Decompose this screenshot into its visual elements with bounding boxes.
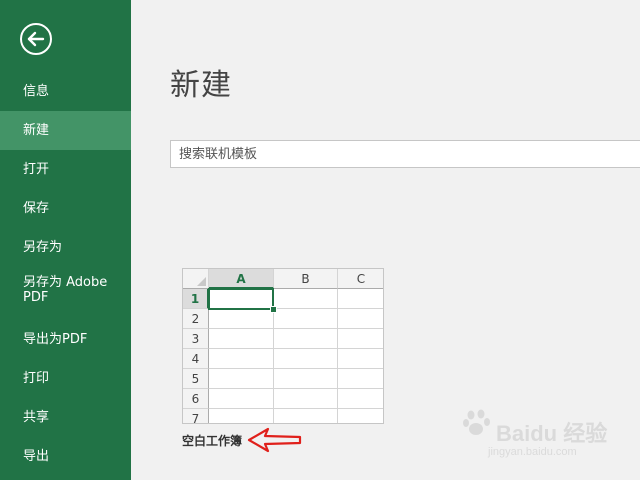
cell — [338, 349, 383, 369]
backstage-nav: 信息 新建 打开 保存 另存为 另存为 Adobe PDF 导出为PDF 打印 … — [0, 72, 131, 476]
nav-item-save[interactable]: 保存 — [0, 189, 131, 228]
back-button[interactable] — [20, 23, 52, 55]
cell — [209, 329, 274, 349]
template-search-input[interactable] — [170, 140, 640, 168]
cell — [209, 349, 274, 369]
excel-backstage: 信息 新建 打开 保存 另存为 另存为 Adobe PDF 导出为PDF 打印 … — [0, 0, 640, 480]
cell — [209, 309, 274, 329]
cell-a1-selected — [208, 288, 274, 310]
row-header-3: 3 — [183, 329, 209, 349]
nav-item-save-as-adobe-pdf[interactable]: 另存为 Adobe PDF — [0, 267, 131, 320]
paw-logo-icon — [463, 409, 490, 435]
watermark-url: jingyan.baidu.com — [488, 446, 577, 458]
cell — [338, 409, 383, 423]
backstage-sidebar: 信息 新建 打开 保存 另存为 另存为 Adobe PDF 导出为PDF 打印 … — [0, 0, 131, 480]
column-header-b: B — [274, 269, 338, 289]
row-header-1: 1 — [183, 289, 209, 309]
cell — [274, 409, 338, 423]
nav-item-print[interactable]: 打印 — [0, 359, 131, 398]
back-arrow-icon — [27, 31, 45, 47]
row-header-2: 2 — [183, 309, 209, 329]
row-header-5: 5 — [183, 369, 209, 389]
annotation-arrow-icon — [247, 427, 302, 453]
cell — [274, 349, 338, 369]
nav-item-export-pdf[interactable]: 导出为PDF — [0, 320, 131, 359]
template-thumbnail: A B C 1 2 3 4 5 6 7 — [182, 268, 384, 424]
nav-item-info[interactable]: 信息 — [0, 72, 131, 111]
nav-item-new[interactable]: 新建 — [0, 111, 131, 150]
cell — [274, 369, 338, 389]
nav-item-export[interactable]: 导出 — [0, 437, 131, 476]
nav-item-share[interactable]: 共享 — [0, 398, 131, 437]
cell — [274, 329, 338, 349]
select-all-triangle-icon — [197, 277, 206, 286]
cell — [209, 369, 274, 389]
page-title: 新建 — [170, 68, 232, 103]
cell — [274, 389, 338, 409]
nav-item-open[interactable]: 打开 — [0, 150, 131, 189]
cell — [338, 329, 383, 349]
nav-item-save-as[interactable]: 另存为 — [0, 228, 131, 267]
select-all-corner — [183, 269, 209, 289]
cell — [209, 389, 274, 409]
row-header-6: 6 — [183, 389, 209, 409]
cell — [338, 289, 383, 309]
row-header-7: 7 — [183, 409, 209, 423]
cell — [338, 369, 383, 389]
watermark: Baidu 经验 jingyan.baidu.com — [463, 408, 632, 468]
cell — [274, 289, 338, 309]
watermark-brand: Baidu 经验 — [496, 421, 608, 446]
template-label[interactable]: 空白工作簿 — [182, 432, 242, 449]
column-header-c: C — [338, 269, 383, 289]
blank-workbook-template[interactable]: A B C 1 2 3 4 5 6 7 — [182, 268, 384, 424]
cell — [338, 389, 383, 409]
column-header-a: A — [209, 269, 274, 289]
cell — [209, 409, 274, 423]
cell — [338, 309, 383, 329]
row-header-4: 4 — [183, 349, 209, 369]
cell — [274, 309, 338, 329]
fill-handle — [270, 306, 277, 313]
